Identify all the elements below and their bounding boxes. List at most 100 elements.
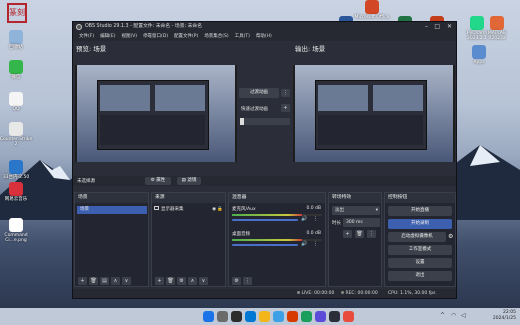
menu-item-7[interactable]: 帮助(H) — [256, 34, 272, 39]
add-quick-transition-button[interactable]: + — [281, 104, 290, 112]
desktop-icon-1[interactable]: 微信 — [0, 60, 34, 80]
scene-item[interactable]: 场景 — [77, 206, 147, 214]
desktop-icon-2[interactable]: QQ — [0, 92, 34, 112]
desktop-icon-0[interactable]: 回收站 — [0, 30, 34, 50]
duration-label: 时长 — [332, 221, 341, 226]
volume-slider[interactable] — [232, 244, 298, 246]
speaker-icon[interactable]: 🔊 — [301, 241, 307, 247]
transition-type-select[interactable]: 淡出 ▾ — [332, 206, 380, 215]
preview-canvas[interactable] — [75, 65, 237, 162]
cpu-status: CPU: 1.1%, 30.00 fps — [388, 291, 436, 296]
transition-button[interactable]: 过渡动画 — [239, 88, 279, 98]
menu-item-1[interactable]: 编辑(E) — [100, 34, 115, 39]
filters-button[interactable]: ▤ 滤镜 — [177, 177, 201, 185]
sources-header: 来源 — [152, 193, 225, 203]
search-icon[interactable] — [217, 311, 228, 322]
desktop-icon-3[interactable]: Counter-Strike 2 — [0, 122, 34, 147]
control-button-0[interactable]: 开始直播 — [388, 206, 452, 216]
wifi-icon[interactable]: ◠ — [451, 312, 456, 319]
desktop-icon-label: Command Ci...e.png — [4, 233, 28, 244]
desktop-icon-label: 回收站 — [9, 45, 23, 50]
file-explorer-icon[interactable] — [259, 311, 270, 322]
remove-transition-button[interactable]: 🗑 — [355, 230, 364, 238]
virtual-camera-settings-icon[interactable]: ⚙ — [448, 233, 453, 240]
window-title: OBS Studio 29.1.3 - 配置文件: 未命名 - 场景: 未命名 — [85, 24, 203, 29]
clock[interactable]: 22:05 2024/1/25 — [478, 310, 516, 322]
control-button-5[interactable]: 退出 — [388, 271, 452, 281]
obs-icon[interactable] — [329, 311, 340, 322]
menu-item-6[interactable]: 工具(T) — [235, 34, 250, 39]
source-add-button[interactable]: + — [155, 277, 164, 285]
transition-menu-button-2[interactable]: ⋮ — [367, 230, 376, 238]
desktop-app-label: Apps — [473, 60, 485, 65]
desktop-icon-label: Counter-Strike 2 — [0, 137, 33, 148]
other-icon[interactable] — [343, 311, 354, 322]
properties-button[interactable]: ⚙ 属性 — [145, 177, 171, 185]
menu-item-0[interactable]: 文件(F) — [79, 34, 94, 39]
chrome-icon[interactable] — [301, 311, 312, 322]
taskbar: ^ ◠ ◁ 22:05 2024/1/25 — [0, 308, 520, 325]
control-button-1[interactable]: 开始录制 — [388, 219, 452, 229]
source-remove-button[interactable]: 🗑 — [166, 277, 175, 285]
eye-icon[interactable]: ◉ — [212, 206, 216, 214]
duration-input[interactable]: 300 ms — [343, 218, 380, 227]
desktop-icon-6[interactable]: Command Ci...e.png — [0, 218, 34, 243]
control-button-2[interactable]: 启动虚拟摄像机 — [388, 232, 446, 242]
control-button-4[interactable]: 设置 — [388, 258, 452, 268]
scene-filter-button[interactable]: ▤ — [100, 277, 109, 285]
lock-icon[interactable]: 🔒 — [217, 206, 223, 214]
chevron-down-icon: ▾ — [375, 208, 378, 213]
control-button-3[interactable]: 工作室模式 — [388, 245, 452, 255]
source-settings-button[interactable]: ⚙ — [177, 277, 186, 285]
menu-item-5[interactable]: 场景集合(S) — [204, 34, 228, 39]
task-view-icon[interactable] — [231, 311, 242, 322]
desktop-app-5[interactable]: MATLAB R2023a — [479, 16, 515, 41]
speaker-icon[interactable]: 🔊 — [301, 216, 307, 222]
vscode-icon[interactable] — [315, 311, 326, 322]
desktop-icon-4[interactable]: 33台内-2.50 — [0, 160, 34, 180]
scene-move-up-button[interactable]: ∧ — [111, 277, 120, 285]
clock-date: 2024/1/25 — [492, 316, 516, 321]
powerpoint-icon[interactable] — [287, 311, 298, 322]
system-tray-chevron-icon[interactable]: ^ — [440, 312, 445, 319]
menu-item-2[interactable]: 视图(V) — [121, 34, 137, 39]
source-move-down-button[interactable]: ∨ — [199, 277, 208, 285]
edge-icon[interactable] — [245, 311, 256, 322]
desktop-icon-label: 微信 — [11, 75, 21, 80]
source-item[interactable]: 显示器采集 ◉ 🔒 — [154, 206, 224, 214]
scene-add-button[interactable]: + — [78, 277, 87, 285]
close-icon[interactable]: ✕ — [447, 22, 452, 32]
filter-icon: ▤ — [181, 178, 186, 183]
scene-remove-button[interactable]: 🗑 — [89, 277, 98, 285]
scene-move-down-button[interactable]: ∨ — [122, 277, 131, 285]
app-icon — [9, 60, 23, 74]
menu-item-3[interactable]: 停靠窗口(D) — [143, 34, 168, 39]
app-icon — [9, 122, 23, 136]
desktop-icon-5[interactable]: 网易云音乐 — [0, 182, 34, 202]
menu-item-4[interactable]: 配置文件(P) — [174, 34, 198, 39]
transition-type-value: 淡出 — [335, 208, 344, 213]
volume-slider[interactable] — [232, 219, 298, 221]
mixer-menu-button[interactable]: ⋮ — [243, 277, 252, 285]
tbar-slider[interactable] — [240, 118, 290, 125]
add-transition-button[interactable]: + — [343, 230, 352, 238]
obs-window: OBS Studio 29.1.3 - 配置文件: 未命名 - 场景: 未命名 … — [72, 21, 457, 299]
transition-menu-button[interactable]: ⋮ — [281, 89, 290, 97]
mixer-dock: 混音器 麦克风/Aux 0.0 dB 🔊 ⋮ 桌面音频 0.0 dB 🔊 ⋮ ⚙ ⋮ — [228, 192, 326, 287]
volume-icon[interactable]: ◁ — [461, 312, 466, 319]
controls-header: 控制按钮 — [385, 193, 455, 203]
mixer-settings-button[interactable]: ⚙ — [232, 277, 241, 285]
live-text: LIVE: 00:00:00 — [301, 291, 335, 296]
gear-icon: ⚙ — [150, 178, 155, 183]
start-icon[interactable] — [203, 311, 214, 322]
monitor-icon — [154, 206, 159, 210]
source-move-up-button[interactable]: ∧ — [188, 277, 197, 285]
store-icon[interactable] — [273, 311, 284, 322]
track-menu-icon[interactable]: ⋮ — [313, 241, 318, 247]
track-menu-icon[interactable]: ⋮ — [313, 216, 318, 222]
desktop-app-6[interactable]: Apps — [461, 45, 497, 65]
minimize-icon[interactable]: – — [425, 22, 428, 32]
desktop-icon-label: 33台内-2.50 — [2, 175, 30, 180]
maximize-icon[interactable]: □ — [434, 22, 440, 32]
desktop-app-label: MATLAB R2023a — [487, 31, 507, 42]
